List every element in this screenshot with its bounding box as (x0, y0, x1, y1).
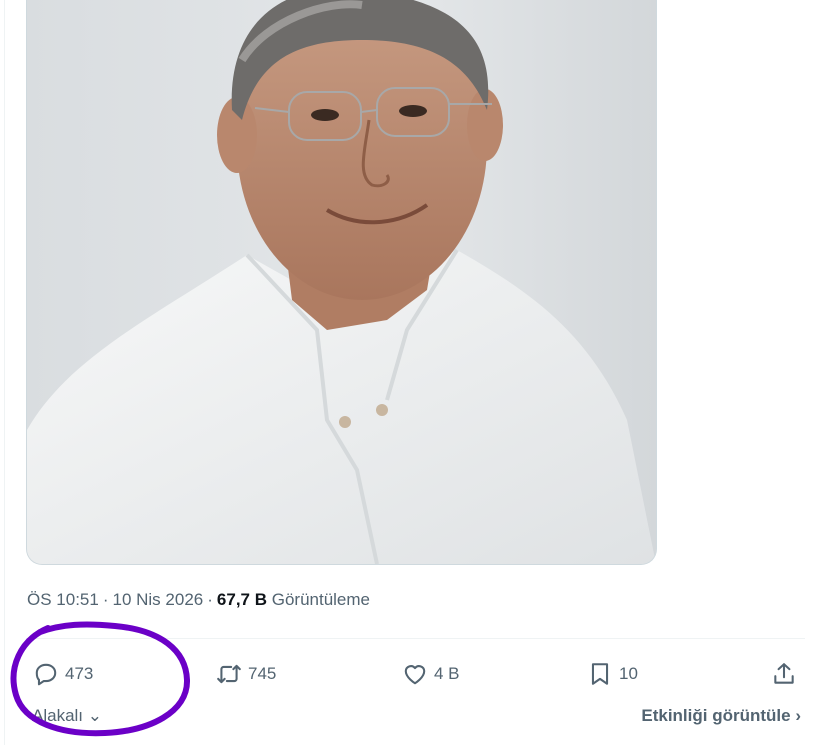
replies-footer: Alakalı ⌄ Etkinliği görüntüle › (0, 700, 813, 736)
reply-sort-dropdown[interactable]: Alakalı ⌄ (32, 706, 102, 726)
tweet-photo[interactable] (26, 0, 657, 565)
bookmark-count: 10 (619, 664, 638, 683)
views-count: 67,7 B (216, 590, 267, 609)
portrait-image (27, 0, 656, 564)
share-button[interactable] (771, 655, 797, 693)
reply-button[interactable]: 473 (33, 655, 93, 693)
reply-sort-label: Alakalı (32, 706, 84, 725)
retweet-button[interactable]: 745 (216, 655, 276, 693)
meta-separator: · (102, 590, 109, 609)
like-count: 4 B (434, 664, 460, 683)
chevron-down-icon: ⌄ (87, 706, 103, 725)
bookmark-button[interactable]: 10 (587, 655, 638, 693)
retweet-icon (217, 664, 241, 684)
like-button[interactable]: 4 B (402, 655, 460, 693)
meta-separator: · (207, 590, 213, 609)
heart-icon (404, 665, 426, 685)
share-icon (774, 663, 794, 684)
tweet-date[interactable]: 10 Nis 2026 (113, 590, 204, 609)
retweet-count: 745 (248, 664, 277, 683)
bookmark-icon (591, 663, 609, 685)
view-engagement-label: Etkinliği görüntüle (641, 706, 791, 725)
tweet-meta: ÖS 10:51 · 10 Nis 2026 · 67,7 B Görüntüleme (27, 590, 370, 610)
divider (26, 638, 805, 639)
view-engagement-link[interactable]: Etkinliği görüntüle › (641, 706, 801, 726)
tweet-action-bar: 473 745 4 B 10 (27, 655, 799, 693)
tweet-time[interactable]: ÖS 10:51 (27, 590, 99, 609)
reply-count: 473 (65, 664, 94, 683)
chevron-right-icon: › (795, 706, 801, 725)
views-label: Görüntüleme (271, 590, 371, 609)
reply-icon (35, 663, 57, 686)
timeline-border (4, 0, 5, 745)
